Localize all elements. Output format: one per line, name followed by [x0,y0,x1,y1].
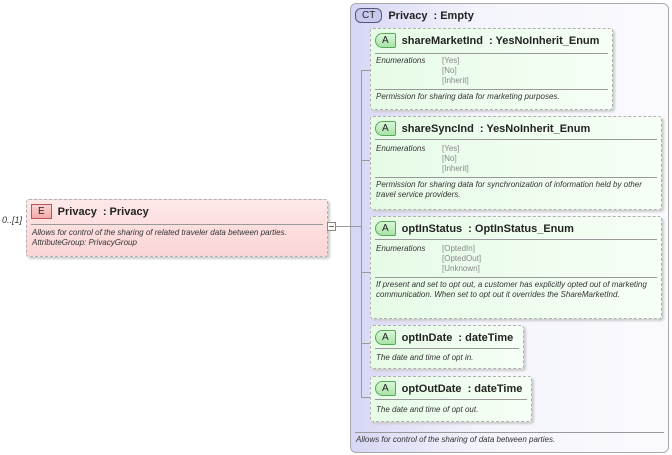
enumerations-label: Enumerations [376,144,426,153]
collapse-toggle[interactable] [327,222,336,231]
attribute-badge: A [375,221,396,236]
ct-name: Privacy [388,9,428,22]
attribute-optindate[interactable]: AoptInDate : dateTime The date and time o… [370,325,524,369]
attribute-badge: A [375,330,396,345]
enum-values: [OptedIn] [OptedOut] [Unknown] [442,244,482,273]
ct-title: CT Privacy : Empty [355,8,474,23]
element-name: Privacy [57,205,97,218]
attribute-name: optInDate [401,331,453,344]
attribute-type: : OptInStatus_Enum [468,222,574,235]
enum-values: [Yes] [No] [Inherit] [442,56,469,85]
attribute-description: If present and set to opt out, a custome… [376,280,647,299]
attribute-optoutdate[interactable]: AoptOutDate : dateTime The date and time … [370,376,532,422]
ct-type: : Empty [433,9,474,22]
attribute-type: : YesNoInherit_Enum [488,34,600,47]
attribute-description: The date and time of opt out. [376,405,479,414]
ct-footer: Allows for control of the sharing of dat… [356,435,556,444]
attribute-name: shareMarketInd [401,34,483,47]
attribute-description: Permission for sharing data for synchron… [376,180,642,199]
attribute-type: : dateTime [458,331,514,344]
attribute-type: : YesNoInherit_Enum [479,122,591,135]
enumerations-label: Enumerations [376,244,426,253]
attribute-type: : dateTime [467,382,523,395]
attribute-name: optOutDate [401,382,462,395]
ct-badge: CT [355,8,383,23]
attribute-sharesyncind[interactable]: AshareSyncInd : YesNoInherit_Enum Enumera… [370,116,662,210]
attribute-description: The date and time of opt in. [376,353,474,362]
attribute-optinstatus[interactable]: AoptInStatus : OptInStatus_Enum Enumerati… [370,216,662,319]
attribute-description: Permission for sharing data for marketin… [376,92,560,101]
element-attribute-group: AttributeGroup: PrivacyGroup [32,238,137,247]
cardinality: 0..[1] [2,215,23,225]
enumerations-label: Enumerations [376,56,426,65]
element-title: E Privacy : Privacy [31,204,149,219]
attribute-badge: A [375,121,396,136]
attribute-sharemarketind[interactable]: AshareMarketInd : YesNoInherit_Enum Enume… [370,28,613,110]
attribute-name: optInStatus [401,222,463,235]
element-type: : Privacy [102,205,149,218]
attribute-badge: A [375,33,396,48]
attribute-name: shareSyncInd [401,122,474,135]
enum-values: [Yes] [No] [Inherit] [442,144,469,173]
privacy-element[interactable]: E Privacy : Privacy Allows for control of … [26,199,328,257]
attribute-badge: A [375,381,396,396]
element-badge: E [31,204,52,219]
element-description: Allows for control of the sharing of rel… [32,228,287,237]
